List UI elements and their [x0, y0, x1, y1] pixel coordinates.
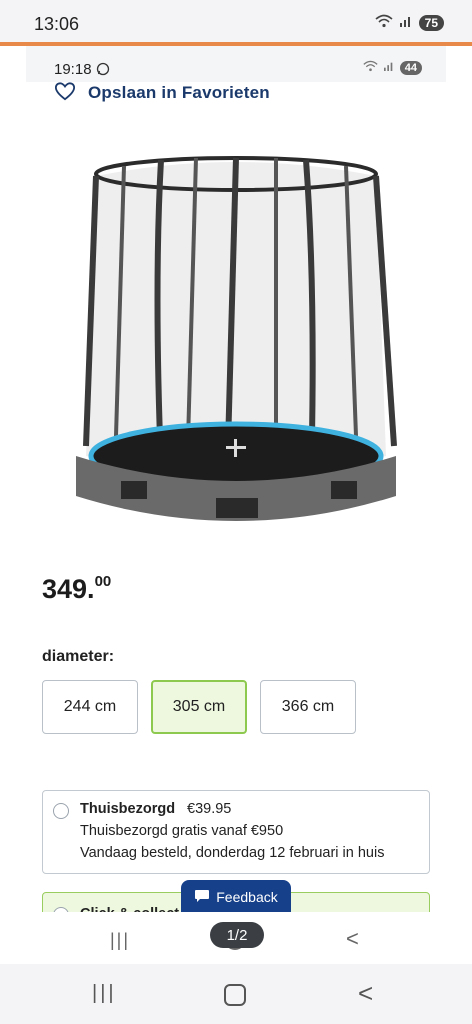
- outer-status-bar: 13:06 75: [0, 0, 472, 42]
- inner-clock: 19:18: [54, 61, 110, 80]
- delivery-title: Thuisbezorgd: [80, 801, 176, 817]
- inner-nav-bar: ||| < 1/2: [26, 912, 446, 964]
- delivery-free-note: Thuisbezorgd gratis vanaf €950: [80, 823, 284, 839]
- battery-icon: 44: [399, 60, 422, 75]
- recent-apps-icon[interactable]: |||: [110, 930, 130, 951]
- inner-screenshot: 19:18 44 Opslaan in Favorieten 349.00 di…: [26, 46, 446, 964]
- signal-icon: [399, 15, 413, 30]
- heart-icon: [54, 81, 76, 106]
- save-favorite-label: Opslaan in Favorieten: [88, 83, 270, 102]
- size-option-366[interactable]: 366 cm: [260, 680, 356, 734]
- back-icon[interactable]: <: [358, 978, 373, 1009]
- delivery-price: €39.95: [187, 801, 232, 817]
- page-counter: 1/2: [210, 922, 264, 948]
- wifi-icon: [363, 60, 378, 75]
- battery-icon: 75: [418, 14, 444, 31]
- signal-icon: [383, 61, 395, 74]
- diameter-label: diameter:: [42, 648, 115, 665]
- size-option-305[interactable]: 305 cm: [151, 680, 247, 734]
- inner-status-icons: 44: [363, 60, 422, 75]
- size-option-244[interactable]: 244 cm: [42, 680, 138, 734]
- delivery-date-note: Vandaag besteld, donderdag 12 februari i…: [80, 845, 385, 861]
- product-image[interactable]: [66, 146, 406, 526]
- chat-bubble-icon: [194, 889, 210, 906]
- feedback-button[interactable]: Feedback: [181, 880, 291, 914]
- outer-status-icons: 75: [375, 14, 444, 31]
- home-icon[interactable]: [224, 984, 246, 1006]
- inner-status-bar: 19:18 44: [26, 46, 446, 82]
- feedback-label: Feedback: [216, 889, 278, 905]
- save-favorite-button[interactable]: Opslaan in Favorieten: [54, 80, 270, 106]
- recent-apps-icon[interactable]: |||: [92, 982, 117, 1005]
- delivery-option-home[interactable]: Thuisbezorgd €39.95 Thuisbezorgd gratis …: [42, 790, 430, 874]
- delivery-radio[interactable]: [53, 803, 69, 819]
- product-price: 349.00: [42, 573, 112, 604]
- whatsapp-icon: [96, 62, 110, 80]
- outer-clock: 13:06: [34, 14, 80, 34]
- outer-nav-bar: ||| <: [0, 964, 472, 1024]
- back-icon[interactable]: <: [346, 926, 359, 952]
- wifi-icon: [375, 14, 393, 31]
